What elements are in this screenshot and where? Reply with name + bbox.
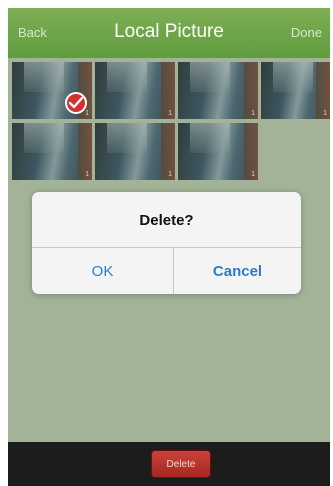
photo-index: 1 xyxy=(168,110,172,117)
photo-index: 1 xyxy=(85,171,89,178)
photo-index: 1 xyxy=(168,171,172,178)
cancel-button[interactable]: Cancel xyxy=(174,248,301,294)
screen: Back Local Picture Done 1 1 1 1 1 1 1 De… xyxy=(0,0,333,486)
delete-confirmation-dialog: Delete? OK Cancel xyxy=(32,192,301,294)
photo-index: 1 xyxy=(251,171,255,178)
check-circle-icon[interactable] xyxy=(65,92,87,114)
ok-button[interactable]: OK xyxy=(32,248,173,294)
photo-index: 1 xyxy=(85,110,89,117)
navigation-bar: Back Local Picture Done xyxy=(8,8,330,58)
photo-index: 1 xyxy=(251,110,255,117)
delete-button[interactable]: Delete xyxy=(151,450,211,478)
bottom-toolbar: Delete xyxy=(8,442,330,486)
page-title: Local Picture xyxy=(114,21,224,42)
done-button[interactable]: Done xyxy=(291,25,322,40)
dialog-title: Delete? xyxy=(139,212,194,229)
photo-index: 1 xyxy=(323,110,327,117)
